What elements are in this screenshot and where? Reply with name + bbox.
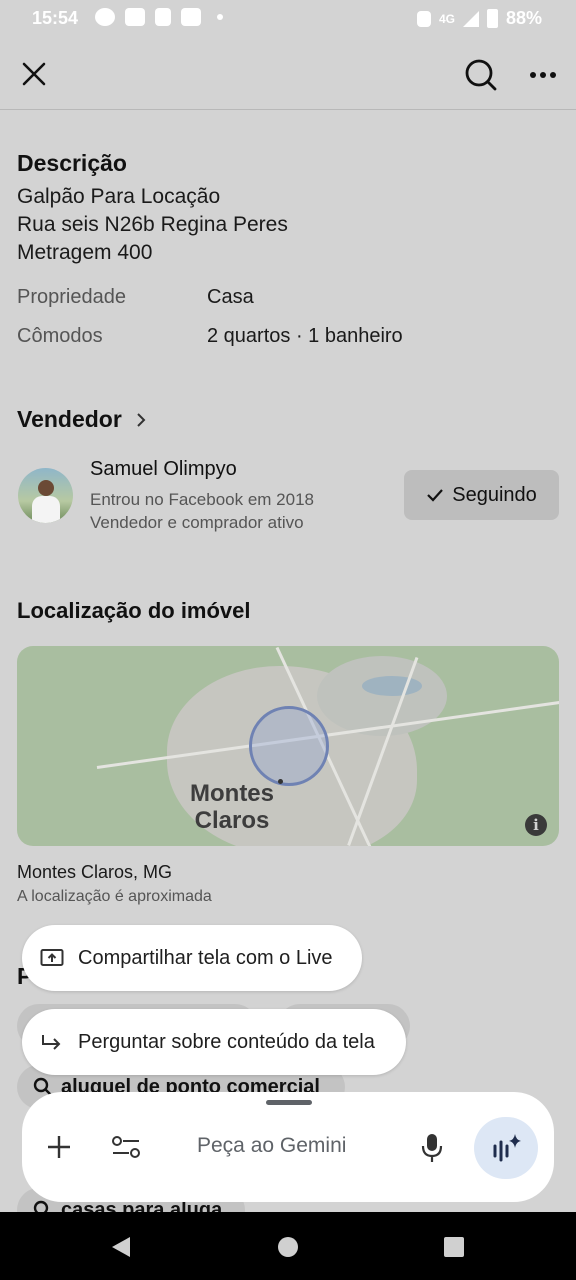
forward-arrow-icon <box>42 1035 61 1050</box>
following-label: Seguindo <box>452 483 537 506</box>
ask-about-screen-button[interactable]: Perguntar sobre conteúdo da tela <box>22 1009 406 1075</box>
gemini-prompt-input[interactable]: Peça ao Gemini <box>197 1134 346 1158</box>
voice-input-button[interactable] <box>414 1128 450 1168</box>
map-city-label: Montes Claros <box>190 780 274 834</box>
location-map[interactable]: Montes Claros i <box>17 646 559 846</box>
rooms-value: 2 quartos · 1 banheiro <box>207 325 403 347</box>
location-pin <box>278 779 283 784</box>
location-city: Montes Claros, MG <box>17 862 173 882</box>
chat-notification-icon <box>95 8 115 26</box>
property-value: Casa <box>207 286 254 308</box>
seller-activity: Vendedor e comprador ativo <box>90 513 304 532</box>
location-heading: Localização do imóvel <box>17 598 251 623</box>
following-button[interactable]: Seguindo <box>404 470 559 520</box>
ask-screen-label: Perguntar sobre conteúdo da tela <box>78 1030 375 1053</box>
location-note: A localização é aproximada <box>17 888 212 905</box>
rooms-label: Cômodos <box>17 325 103 347</box>
gemini-live-icon <box>493 1134 521 1162</box>
notification-icons <box>95 8 223 26</box>
screen-share-icon <box>40 949 64 966</box>
system-nav-bar <box>0 1212 576 1280</box>
seller-name[interactable]: Samuel Olimpyo <box>90 458 237 481</box>
chevron-right-icon <box>137 412 146 427</box>
description-line-3: Metragem 400 <box>17 241 153 264</box>
search-icon <box>33 1200 49 1212</box>
search-icon <box>465 59 497 91</box>
microphone-icon <box>421 1134 443 1162</box>
home-button[interactable] <box>272 1232 304 1262</box>
approximate-location-circle <box>249 706 329 786</box>
youtube-notification-icon <box>125 8 145 26</box>
battery-icon <box>486 9 498 28</box>
more-options-button[interactable] <box>524 54 562 96</box>
description-line-1: Galpão Para Locação <box>17 185 221 208</box>
top-bar <box>0 38 576 110</box>
gemini-live-button[interactable] <box>474 1117 538 1179</box>
back-button[interactable] <box>105 1232 137 1262</box>
seller-heading-link[interactable]: Vendedor <box>17 406 146 433</box>
search-button[interactable] <box>460 54 502 96</box>
drag-handle[interactable] <box>266 1100 312 1105</box>
network-label: 4G <box>438 11 455 26</box>
home-circle-icon <box>278 1237 298 1257</box>
share-screen-label: Compartilhar tela com o Live <box>78 946 333 969</box>
youtube-notification-icon-2 <box>181 8 201 26</box>
recents-square-icon <box>444 1237 464 1257</box>
tools-button[interactable] <box>106 1128 146 1166</box>
more-notifications-icon <box>217 14 223 20</box>
seller-heading: Vendedor <box>17 406 122 432</box>
recents-button[interactable] <box>438 1232 470 1262</box>
signal-icon <box>462 10 479 27</box>
map-info-icon[interactable]: i <box>525 814 547 836</box>
sliders-icon <box>112 1136 140 1158</box>
status-time: 15:54 <box>32 8 79 28</box>
more-horizontal-icon <box>530 72 556 78</box>
seller-avatar[interactable] <box>18 468 73 523</box>
tiktok-notification-icon <box>155 8 171 26</box>
add-button[interactable] <box>40 1128 78 1166</box>
seller-joined: Entrou no Facebook em 2018 <box>90 490 314 509</box>
status-right: 4G 88% <box>416 8 542 29</box>
close-icon <box>22 62 46 86</box>
gemini-input-panel: Peça ao Gemini <box>22 1092 554 1202</box>
close-button[interactable] <box>14 54 54 94</box>
battery-label: 88% <box>505 8 542 28</box>
plus-icon <box>48 1136 70 1158</box>
app-screen: 15:54 4G 88% Descrição Galpão Para Locaç… <box>0 0 576 1212</box>
status-bar: 15:54 4G 88% <box>0 0 576 38</box>
map-lake <box>362 676 422 696</box>
property-label: Propriedade <box>17 286 126 308</box>
vibrate-icon <box>416 10 431 27</box>
description-line-2: Rua seis N26b Regina Peres <box>17 213 288 236</box>
description-heading: Descrição <box>17 150 127 176</box>
share-screen-live-button[interactable]: Compartilhar tela com o Live <box>22 925 362 991</box>
back-triangle-icon <box>112 1237 130 1257</box>
check-icon <box>427 489 444 502</box>
